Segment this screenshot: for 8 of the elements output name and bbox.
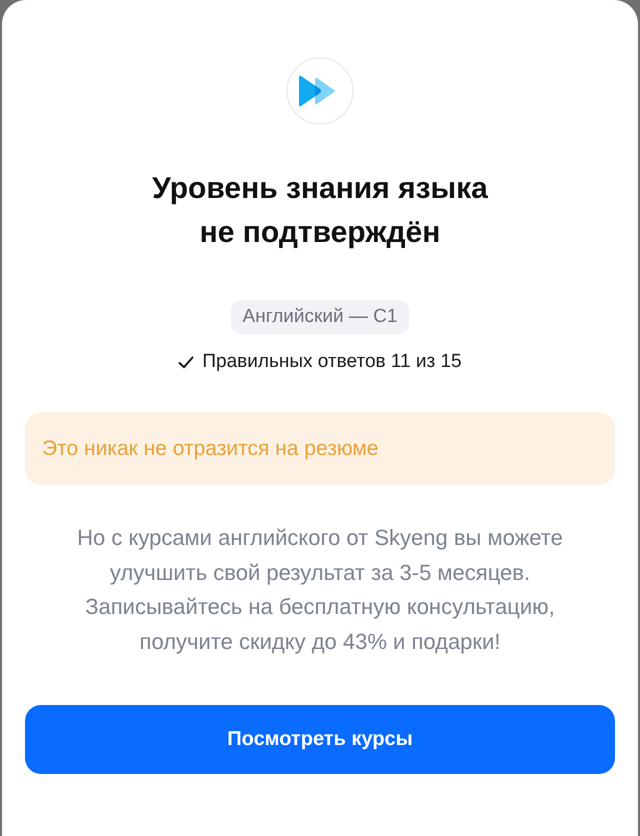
resume-notice: Это никак не отразится на резюме — [25, 412, 615, 485]
check-icon — [178, 356, 194, 368]
course-offer-text: Но с курсами английского от Skyeng вы можете улучшить свой результат за 3-5 месяцев. Записывайтесь на бесплатную консультацию, получите скидку до 43% и подарки! — [76, 524, 564, 656]
view-courses-button[interactable]: Посмотреть курсы — [25, 705, 615, 774]
language-level-tag: Английский — C1 — [230, 300, 410, 334]
play-forward-logo-icon — [286, 57, 354, 125]
result-title: Уровень знания языка не подтверждён — [151, 171, 489, 251]
correct-answers-text: Правильных ответов 11 из 15 — [202, 350, 462, 374]
